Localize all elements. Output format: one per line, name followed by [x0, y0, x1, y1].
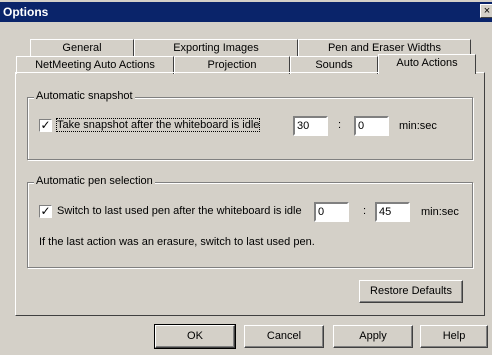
pen-group-title: Automatic pen selection — [34, 175, 155, 187]
snapshot-seconds-field[interactable]: 0 — [354, 116, 389, 136]
close-button[interactable]: × — [480, 4, 492, 18]
snapshot-group-title: Automatic snapshot — [34, 90, 135, 102]
tab-label: NetMeeting Auto Actions — [35, 59, 155, 71]
restore-defaults-button[interactable]: Restore Defaults — [359, 280, 463, 303]
pen-minutes-field[interactable]: 0 — [314, 202, 349, 222]
snapshot-groupbox: Automatic snapshot ✓ Take snapshot after… — [27, 90, 473, 160]
snapshot-separator: : — [338, 119, 342, 131]
tab-label: General — [62, 42, 102, 54]
pen-seconds-field[interactable]: 45 — [375, 202, 410, 222]
options-dialog: Options × General Exporting Images Pen a… — [0, 0, 492, 355]
snapshot-checkbox[interactable]: ✓ — [39, 119, 52, 132]
window-title: Options — [3, 5, 49, 19]
tab-label: Sounds — [315, 59, 353, 71]
tab-auto-actions[interactable]: Auto Actions — [378, 54, 476, 74]
pen-checkbox-label[interactable]: Switch to last used pen after the whiteb… — [57, 205, 302, 217]
pen-groupbox: Automatic pen selection ✓ Switch to last… — [27, 175, 473, 268]
tab-label: Auto Actions — [396, 57, 458, 69]
ok-button[interactable]: OK — [154, 324, 236, 349]
close-icon: × — [483, 5, 491, 17]
tab-label: Projection — [207, 59, 257, 71]
help-button[interactable]: Help — [420, 325, 488, 348]
checkmark-icon: ✓ — [40, 118, 51, 132]
tab-label: Exporting Images — [173, 42, 259, 54]
tab-label: Pen and Eraser Widths — [327, 42, 442, 54]
cancel-button[interactable]: Cancel — [244, 325, 324, 348]
tab-exporting-images[interactable]: Exporting Images — [134, 39, 298, 57]
snapshot-unit-label: min:sec — [399, 120, 437, 132]
pen-separator: : — [363, 205, 367, 217]
pen-note-text: If the last action was an erasure, switc… — [39, 236, 315, 248]
pen-unit-label: min:sec — [421, 206, 459, 218]
title-bar: Options × — [0, 2, 492, 22]
auto-actions-panel: Automatic snapshot ✓ Take snapshot after… — [15, 72, 485, 316]
apply-button[interactable]: Apply — [333, 325, 413, 348]
checkmark-icon: ✓ — [40, 204, 51, 218]
tab-general[interactable]: General — [30, 39, 134, 57]
snapshot-minutes-field[interactable]: 30 — [293, 116, 328, 136]
snapshot-checkbox-label[interactable]: Take snapshot after the whiteboard is id… — [55, 118, 261, 132]
pen-checkbox[interactable]: ✓ — [39, 205, 52, 218]
